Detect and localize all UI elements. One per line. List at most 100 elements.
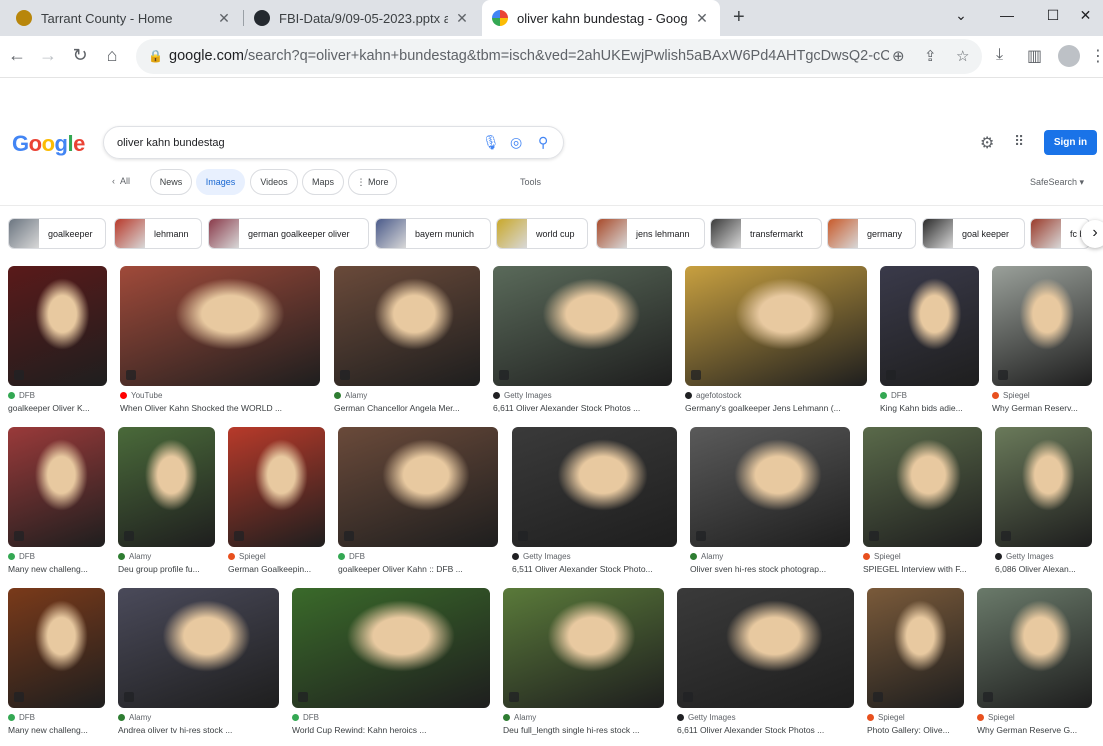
close-window-icon[interactable]: ✕ (1068, 0, 1103, 32)
image-result[interactable]: YouTube When Oliver Kahn Shocked the WORL… (120, 266, 320, 414)
tab-github[interactable]: FBI-Data/9/09-05-2023.pptx at m ✕ (244, 0, 480, 36)
new-tab-button[interactable]: + (733, 6, 745, 29)
tab-tarrant-county[interactable]: Tarrant County - Home ✕ (6, 0, 242, 36)
result-caption[interactable]: Andrea oliver tv hi-res stock ... (118, 725, 279, 735)
result-thumbnail[interactable] (512, 427, 677, 547)
minimize-icon[interactable]: — (984, 0, 1030, 32)
pill-more[interactable]: ⋮ More (348, 169, 397, 195)
url-text[interactable]: google.com/search?q=oliver+kahn+bundesta… (169, 48, 889, 64)
result-caption[interactable]: German Chancellor Angela Mer... (334, 403, 480, 413)
result-caption[interactable]: 6,611 Oliver Alexander Stock Photos ... (493, 403, 672, 413)
image-result[interactable]: DFBgoalkeeper Oliver Kahn :: DFB ... (338, 427, 498, 575)
result-source[interactable]: Getty Images (512, 552, 571, 561)
result-caption[interactable]: Why German Reserve G... (977, 725, 1092, 735)
image-result[interactable]: DFB Many new challeng... (8, 588, 105, 736)
result-source[interactable]: Spiegel (863, 552, 901, 561)
result-caption[interactable]: goalkeeper Oliver Kahn :: DFB ... (338, 564, 498, 574)
result-source[interactable]: Spiegel (867, 713, 905, 722)
lock-icon[interactable]: 🔒 (148, 49, 163, 63)
image-result[interactable]: Alamy Oliver sven hi-res stock photograp.… (690, 427, 850, 575)
related-chip[interactable]: german goalkeeper oliver (208, 218, 369, 249)
result-source[interactable]: Spiegel (977, 713, 1015, 722)
home-icon[interactable]: ⌂ (100, 45, 124, 66)
image-result[interactable]: agefotostock Germany's goalkeeper Jens Le… (685, 266, 867, 414)
image-result[interactable]: Spiegel German Goalkeepin... (228, 427, 325, 575)
result-source[interactable]: Alamy (503, 713, 536, 722)
image-result[interactable]: Getty Images 6,611 Oliver Alexander Stock… (493, 266, 672, 414)
pill-images[interactable]: Images (196, 169, 245, 195)
result-source[interactable]: DFB (338, 552, 365, 561)
result-caption[interactable]: Deu group profile fu... (118, 564, 215, 574)
result-caption[interactable]: 6,611 Oliver Alexander Stock Photos ... (677, 725, 854, 735)
result-thumbnail[interactable] (334, 266, 480, 386)
download-icon[interactable]: ⤓ (996, 46, 1003, 64)
result-source[interactable]: Getty Images (493, 391, 552, 400)
result-thumbnail[interactable] (677, 588, 854, 708)
forward-arrow-icon[interactable]: → (36, 45, 60, 66)
image-result[interactable]: Spiegel Why German Reserve G... (977, 588, 1092, 736)
result-caption[interactable]: When Oliver Kahn Shocked the WORLD ... (120, 403, 320, 413)
result-caption[interactable]: 6,511 Oliver Alexander Stock Photo... (512, 564, 677, 574)
result-source[interactable]: DFB (880, 391, 907, 400)
close-tab-icon[interactable]: ✕ (216, 10, 232, 27)
result-source[interactable]: Getty Images (995, 552, 1054, 561)
image-result[interactable]: DFB goalkeeper Oliver K... (8, 266, 107, 414)
result-caption[interactable]: Many new challeng... (8, 725, 105, 735)
result-thumbnail[interactable] (8, 588, 105, 708)
image-result[interactable]: Alamy German Chancellor Angela Mer... (334, 266, 480, 414)
reload-icon[interactable]: ↻ (68, 45, 92, 66)
related-chip[interactable]: transfermarkt (710, 218, 822, 249)
result-caption[interactable]: Oliver sven hi-res stock photograp... (690, 564, 850, 574)
result-thumbnail[interactable] (8, 427, 105, 547)
result-source[interactable]: Alamy (690, 552, 723, 561)
close-tab-icon[interactable]: ✕ (454, 10, 470, 27)
result-thumbnail[interactable] (493, 266, 672, 386)
result-source[interactable]: Spiegel (992, 391, 1030, 400)
result-thumbnail[interactable] (977, 588, 1092, 708)
microphone-icon[interactable]: 🎙 (482, 134, 500, 151)
result-thumbnail[interactable] (118, 588, 279, 708)
result-source[interactable]: Alamy (118, 713, 151, 722)
result-caption[interactable]: Photo Gallery: Olive... (867, 725, 964, 735)
search-icon[interactable]: ⚲ (538, 134, 548, 151)
apps-grid-icon[interactable]: ⠿ (1014, 133, 1024, 150)
address-bar[interactable]: 🔒 google.com/search?q=oliver+kahn+bundes… (136, 39, 982, 74)
image-result[interactable]: Getty Images 6,511 Oliver Alexander Stock… (512, 427, 677, 575)
result-thumbnail[interactable] (118, 427, 215, 547)
result-thumbnail[interactable] (690, 427, 850, 547)
pill-news[interactable]: News (150, 169, 192, 195)
related-chip[interactable]: goalkeeper (8, 218, 106, 249)
settings-gear-icon[interactable]: ⚙ (980, 133, 994, 153)
side-panel-icon[interactable]: ▥ (1027, 46, 1042, 66)
zoom-icon[interactable]: ⊕ (892, 47, 905, 65)
result-source[interactable]: DFB (8, 713, 35, 722)
related-chip[interactable]: jens lehmann (596, 218, 705, 249)
related-chip[interactable]: germany (827, 218, 916, 249)
tools-button[interactable]: Tools (520, 177, 541, 187)
chrome-menu-icon[interactable]: ⋮ (1090, 46, 1103, 66)
result-thumbnail[interactable] (338, 427, 498, 547)
result-source[interactable]: agefotostock (685, 391, 741, 400)
result-thumbnail[interactable] (880, 266, 979, 386)
result-source[interactable]: YouTube (120, 391, 162, 400)
back-arrow-icon[interactable]: ← (5, 45, 29, 66)
result-source[interactable]: DFB (8, 391, 35, 400)
share-icon[interactable]: ⇪ (924, 47, 937, 65)
close-tab-icon[interactable]: ✕ (694, 10, 710, 27)
pill-maps[interactable]: Maps (302, 169, 344, 195)
image-result[interactable]: Alamy Deu full_length single hi-res stock… (503, 588, 664, 736)
image-result[interactable]: Getty Images 6,086 Oliver Alexan... (995, 427, 1092, 575)
image-result[interactable]: Spiegel Photo Gallery: Olive... (867, 588, 964, 736)
lens-icon[interactable]: ◎ (510, 134, 522, 151)
image-result[interactable]: Alamy Deu group profile fu... (118, 427, 215, 575)
result-caption[interactable]: World Cup Rewind: Kahn heroics ... (292, 725, 490, 735)
result-caption[interactable]: Why German Reserv... (992, 403, 1092, 413)
result-thumbnail[interactable] (503, 588, 664, 708)
result-caption[interactable]: King Kahn bids adie... (880, 403, 979, 413)
result-caption[interactable]: German Goalkeepin... (228, 564, 325, 574)
result-thumbnail[interactable] (685, 266, 867, 386)
result-thumbnail[interactable] (8, 266, 107, 386)
result-caption[interactable]: Germany's goalkeeper Jens Lehmann (... (685, 403, 867, 413)
result-thumbnail[interactable] (995, 427, 1092, 547)
sign-in-button[interactable]: Sign in (1044, 130, 1097, 155)
